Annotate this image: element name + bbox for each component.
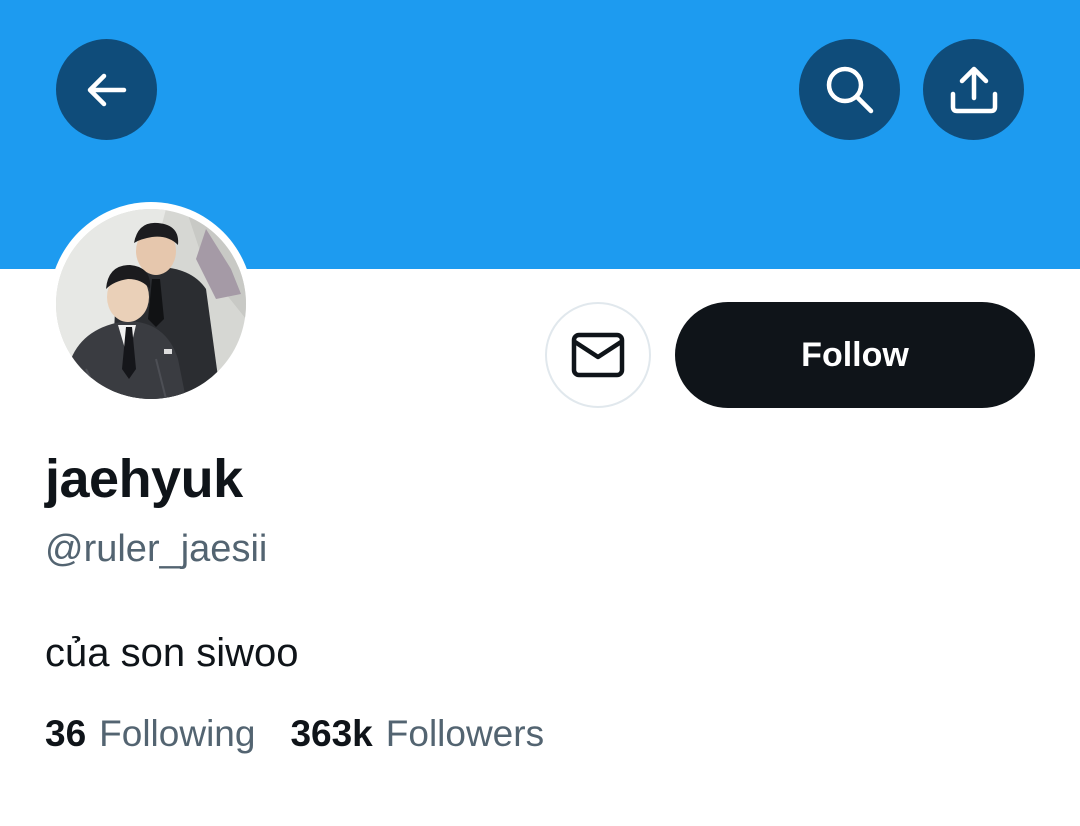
following-link[interactable]: 36 Following xyxy=(45,713,255,755)
followers-count: 363k xyxy=(290,713,373,754)
followers-link[interactable]: 363k Followers xyxy=(290,713,544,755)
profile-page: Follow jaehyuk @ruler_jaesii của son siw… xyxy=(0,0,1080,826)
following-count: 36 xyxy=(45,713,87,754)
followers-label: Followers xyxy=(385,713,545,754)
back-button[interactable] xyxy=(56,39,157,140)
follow-button[interactable]: Follow xyxy=(675,302,1035,408)
share-button[interactable] xyxy=(923,39,1024,140)
profile-bio: của son siwoo xyxy=(45,631,299,675)
user-handle: @ruler_jaesii xyxy=(45,528,268,570)
following-label: Following xyxy=(99,713,256,754)
envelope-icon xyxy=(571,332,625,378)
avatar[interactable] xyxy=(49,202,253,406)
search-button[interactable] xyxy=(799,39,900,140)
message-button[interactable] xyxy=(545,302,651,408)
display-name: jaehyuk xyxy=(45,449,243,509)
profile-stats: 36 Following 363k Followers xyxy=(45,713,579,755)
avatar-photo xyxy=(56,209,246,399)
arrow-left-icon xyxy=(87,73,126,106)
search-icon xyxy=(826,66,873,113)
share-icon xyxy=(950,66,997,113)
